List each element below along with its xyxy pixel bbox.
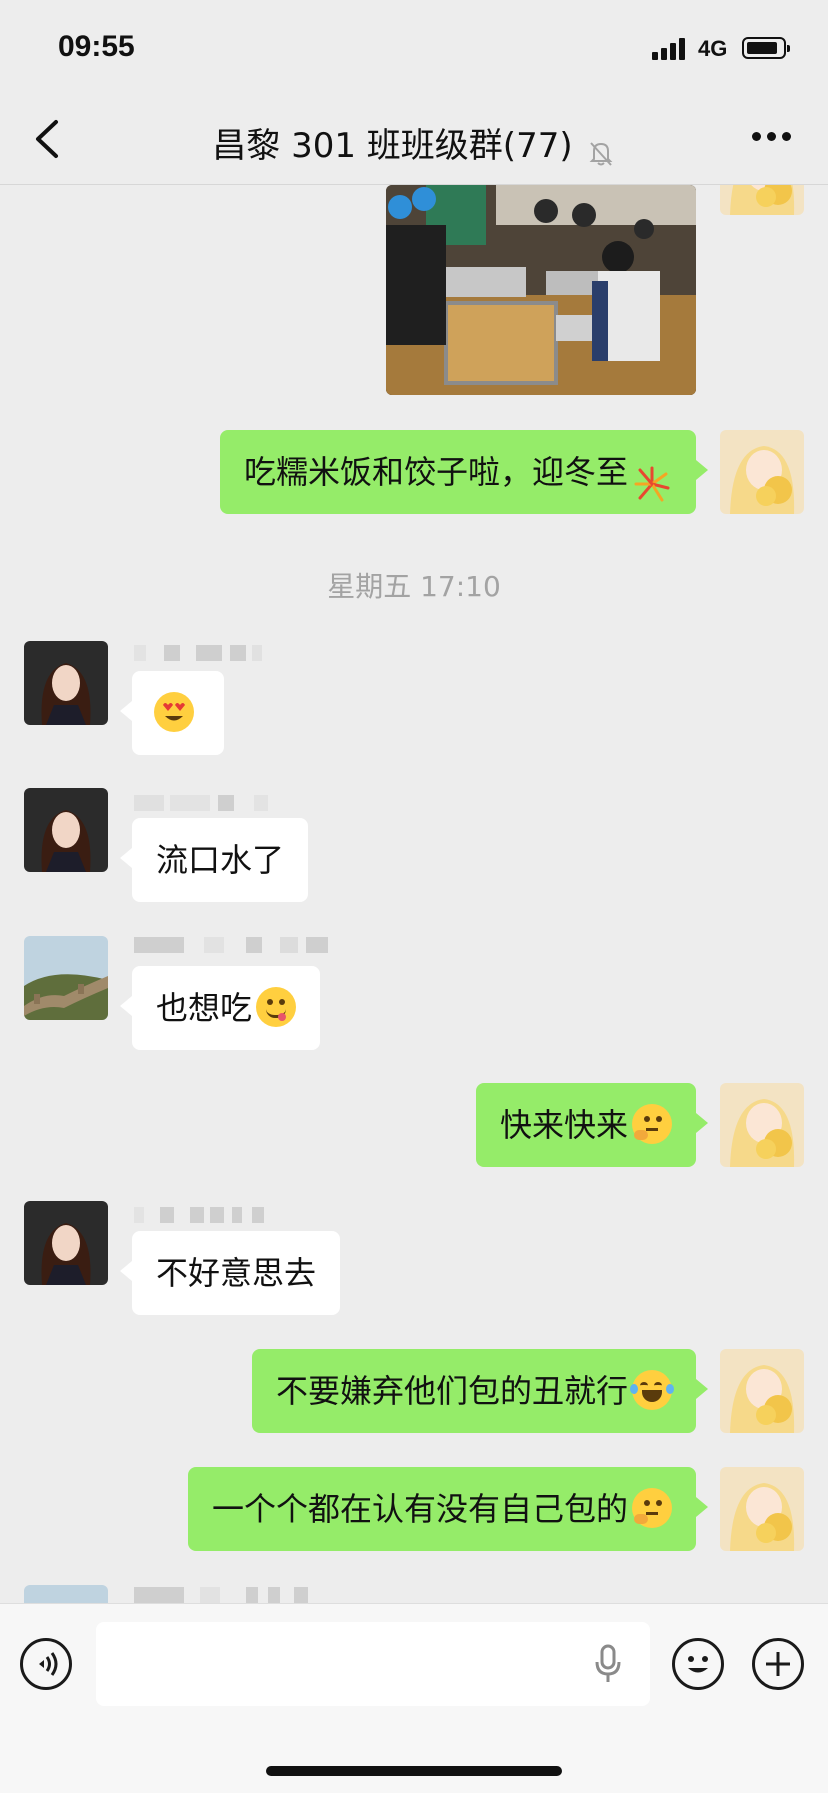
great-wall-avatar[interactable] [24,1585,108,1603]
girl-portrait-avatar[interactable] [24,641,108,725]
flower-girl-avatar[interactable] [720,1349,804,1433]
flower-girl-avatar[interactable] [720,1083,804,1167]
bell-slash-icon [586,138,616,168]
time-divider: 星期五 17:10 [327,570,501,603]
message-bubble[interactable]: 也想吃 [119,966,321,1050]
home-indicator [266,1766,562,1776]
message-text: 不好意思去 [156,1254,317,1292]
heart-eyes-emoji-icon [154,692,194,732]
chat-area[interactable]: 吃糯米饭和饺子啦，迎冬至 星期五 17:10 流口水了 也想吃 快来快来 不好意… [0,185,828,1603]
smiley-icon[interactable] [672,1638,724,1690]
laughing-tears-emoji-icon [630,1370,674,1410]
flower-girl-avatar[interactable] [720,1467,804,1551]
message-bubble[interactable]: 快来快来 [475,1083,709,1167]
message-bubble[interactable]: 吃糯米饭和饺子啦，迎冬至 [219,430,709,514]
shared-photo[interactable] [386,185,696,395]
voice-icon[interactable] [20,1638,72,1690]
message-bubble[interactable] [120,671,224,755]
message-bubble[interactable]: 不好意思去 [119,1231,341,1315]
sender-name-blurred [134,795,274,813]
microphone-icon[interactable] [594,1644,622,1684]
chat-header: 昌黎 301 班班级群(77) [0,96,828,185]
input-bar [0,1603,828,1793]
status-bar: 09:55 4G [0,0,828,96]
sender-name-blurred [134,645,264,663]
network-type: 4G [698,36,728,61]
girl-portrait-avatar[interactable] [24,1201,108,1285]
flower-girl-avatar[interactable] [720,185,804,215]
message-bubble[interactable]: 不要嫌弃他们包的丑就行 [251,1349,709,1433]
thinking-emoji-icon [632,1488,672,1528]
message-bubble[interactable]: 一个个都在认有没有自己包的 [187,1467,709,1551]
title-wrap: 昌黎 301 班班级群(77) [0,118,828,168]
great-wall-avatar[interactable] [24,936,108,1020]
flower-girl-avatar[interactable] [720,430,804,514]
signal-icon [652,38,688,60]
message-text: 快来快来 [499,1106,628,1144]
fireworks-emoji-icon [632,451,672,502]
thinking-emoji-icon [632,1104,672,1144]
message-text: 也想吃 [156,989,253,1027]
battery-icon [742,37,790,59]
sender-name-blurred [134,1587,314,1603]
group-title[interactable]: 昌黎 301 班班级群(77) [212,126,572,166]
message-bubble[interactable]: 流口水了 [119,818,309,902]
girl-portrait-avatar[interactable] [24,788,108,872]
message-text: 不要嫌弃他们包的丑就行 [275,1372,628,1410]
message-text: 流口水了 [156,841,285,879]
message-text: 吃糯米饭和饺子啦，迎冬至 [243,453,628,491]
message-text: 一个个都在认有没有自己包的 [211,1490,628,1528]
sender-name-blurred [134,1207,264,1225]
plus-icon[interactable] [752,1638,804,1690]
status-time: 09:55 [58,30,135,63]
more-dots-icon[interactable] [752,132,792,144]
message-input[interactable] [96,1622,650,1706]
yum-emoji-icon [256,987,297,1027]
sender-name-blurred [134,937,330,955]
